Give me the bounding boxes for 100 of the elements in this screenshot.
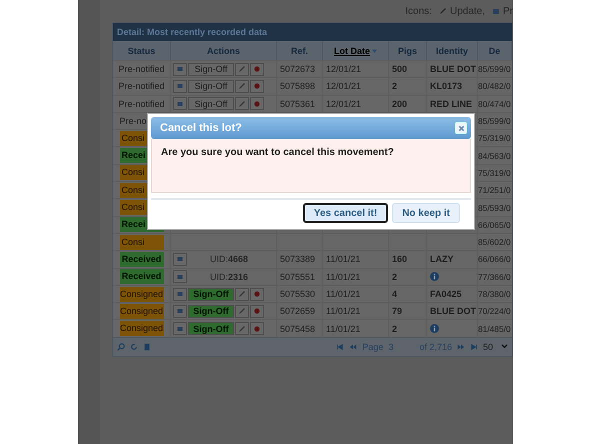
status-badge: Consigned bbox=[120, 321, 164, 336]
cancel-button[interactable] bbox=[250, 80, 264, 93]
next-page-icon[interactable] bbox=[456, 342, 465, 351]
table-cell: 4 bbox=[392, 289, 398, 299]
edit-button[interactable] bbox=[235, 80, 249, 93]
edit-button[interactable] bbox=[235, 62, 249, 76]
table-cell: 5072673 bbox=[280, 64, 316, 74]
status-badge: Consigned bbox=[120, 286, 164, 302]
column-header[interactable]: Identity bbox=[436, 46, 468, 56]
sign-off-button[interactable]: Sign-Off bbox=[188, 62, 234, 76]
page-input[interactable]: 3 bbox=[388, 342, 414, 352]
column-header[interactable]: Ref. bbox=[290, 46, 308, 56]
first-page-icon[interactable] bbox=[336, 342, 344, 351]
document-icon[interactable] bbox=[143, 342, 151, 351]
table-cell: 2 bbox=[392, 272, 398, 282]
page-size-select[interactable]: 50 bbox=[482, 342, 508, 352]
status-badge: Consi bbox=[120, 234, 164, 250]
table-cell: 11/01/21 bbox=[326, 324, 360, 334]
table-cell: 80/482/0 bbox=[478, 81, 511, 92]
column-header[interactable]: Status bbox=[128, 46, 156, 56]
panel-title: Detail: Most recently recorded data bbox=[113, 23, 512, 41]
table-cell: 75/319/0 bbox=[478, 133, 511, 144]
table-cell: 85/599/0 bbox=[478, 116, 511, 126]
info-icon[interactable] bbox=[430, 324, 439, 334]
edit-button[interactable] bbox=[235, 304, 249, 318]
table-cell: 200 bbox=[392, 98, 408, 109]
table-cell: 85/593/0 bbox=[478, 202, 511, 213]
status-text: Pre-notified bbox=[118, 98, 165, 109]
cancel-button[interactable] bbox=[250, 322, 264, 336]
edit-button[interactable] bbox=[235, 322, 249, 336]
table-cell: 5073389 bbox=[280, 254, 316, 264]
sign-off-button[interactable]: Sign-Off bbox=[188, 97, 234, 110]
last-page-icon[interactable] bbox=[470, 342, 478, 351]
dialog-button[interactable]: Yes cancel it! bbox=[302, 203, 388, 223]
edit-button[interactable] bbox=[235, 97, 249, 110]
status-badge: Consigned bbox=[120, 304, 164, 319]
table-cell: 12/01/21 bbox=[326, 81, 362, 92]
cancel-button[interactable] bbox=[250, 304, 264, 318]
table-cell: 85/599/0 bbox=[478, 64, 511, 74]
table-cell: 71/251/0 bbox=[478, 185, 511, 196]
cancel-icon bbox=[253, 100, 261, 108]
sign-off-button[interactable]: Sign-Off bbox=[188, 80, 234, 93]
column-header[interactable]: De bbox=[488, 46, 500, 56]
table-cell: 11/01/21 bbox=[326, 272, 360, 282]
cancel-button[interactable] bbox=[250, 62, 264, 76]
table-cell: 80/474/0 bbox=[478, 98, 511, 109]
cancel-button[interactable] bbox=[250, 97, 264, 110]
uid-text: UID:2316 bbox=[210, 272, 248, 282]
sort-arrow-icon bbox=[372, 48, 377, 53]
pencil-icon bbox=[238, 324, 246, 333]
table-cell: 85/602/0 bbox=[478, 237, 511, 248]
column-header[interactable]: Actions bbox=[206, 46, 240, 56]
close-button[interactable] bbox=[455, 122, 467, 134]
print-button[interactable] bbox=[173, 80, 187, 93]
sign-off-button[interactable]: Sign-Off bbox=[188, 288, 234, 300]
cancel-button[interactable] bbox=[250, 288, 264, 300]
table-cell: 11/01/21 bbox=[326, 306, 360, 316]
info-icon[interactable] bbox=[430, 272, 439, 282]
caret-icon bbox=[501, 344, 508, 350]
table-cell: 11/01/21 bbox=[326, 254, 360, 264]
table-cell: BLUE DOT bbox=[430, 64, 476, 74]
print-button[interactable] bbox=[173, 304, 187, 318]
edit-button[interactable] bbox=[235, 288, 249, 300]
dialog-message: Are you sure you want to cancel this movement? bbox=[161, 147, 394, 158]
table-cell: 160 bbox=[392, 254, 408, 264]
uid-text: UID:4668 bbox=[210, 254, 248, 264]
dialog-button[interactable]: No keep it bbox=[392, 203, 460, 223]
cancel-icon bbox=[253, 324, 261, 333]
print-button[interactable] bbox=[173, 270, 187, 284]
table-cell: 77/366/0 bbox=[478, 272, 511, 282]
pencil-icon bbox=[238, 100, 246, 108]
print-button[interactable] bbox=[173, 62, 187, 76]
page-count: of 2,716 bbox=[419, 342, 452, 352]
close-icon bbox=[458, 124, 464, 132]
table-cell: 11/01/21 bbox=[326, 289, 360, 299]
previous-page-icon[interactable] bbox=[349, 342, 358, 351]
table-cell: 2 bbox=[392, 324, 398, 334]
refresh-icon[interactable] bbox=[130, 342, 138, 351]
status-badge: Received bbox=[120, 269, 164, 284]
table-cell: 79 bbox=[392, 306, 402, 316]
column-header[interactable]: Pigs bbox=[398, 46, 417, 56]
table-cell: 84/563/0 bbox=[478, 150, 511, 161]
print-button[interactable] bbox=[173, 97, 187, 110]
column-header[interactable]: Lot Date bbox=[334, 46, 370, 56]
print-button[interactable] bbox=[173, 252, 187, 266]
print-button[interactable] bbox=[173, 288, 187, 300]
table-cell: KL0173 bbox=[430, 81, 462, 92]
sign-off-button[interactable]: Sign-Off bbox=[188, 304, 234, 318]
table-cell: 66/065/0 bbox=[478, 220, 511, 230]
cancel-icon bbox=[253, 290, 261, 298]
table-cell: BLUE DOT bbox=[430, 306, 476, 316]
table-cell: 70/224/0 bbox=[478, 306, 511, 316]
table-cell: LAZY bbox=[430, 254, 454, 264]
search-icon[interactable] bbox=[117, 342, 125, 351]
table-cell: 5075361 bbox=[280, 98, 316, 109]
sign-off-button[interactable]: Sign-Off bbox=[188, 322, 234, 336]
table-cell: 12/01/21 bbox=[326, 98, 362, 109]
table-cell: FA0425 bbox=[430, 289, 462, 299]
status-text: Pre-notified bbox=[118, 64, 165, 74]
print-button[interactable] bbox=[173, 322, 187, 336]
